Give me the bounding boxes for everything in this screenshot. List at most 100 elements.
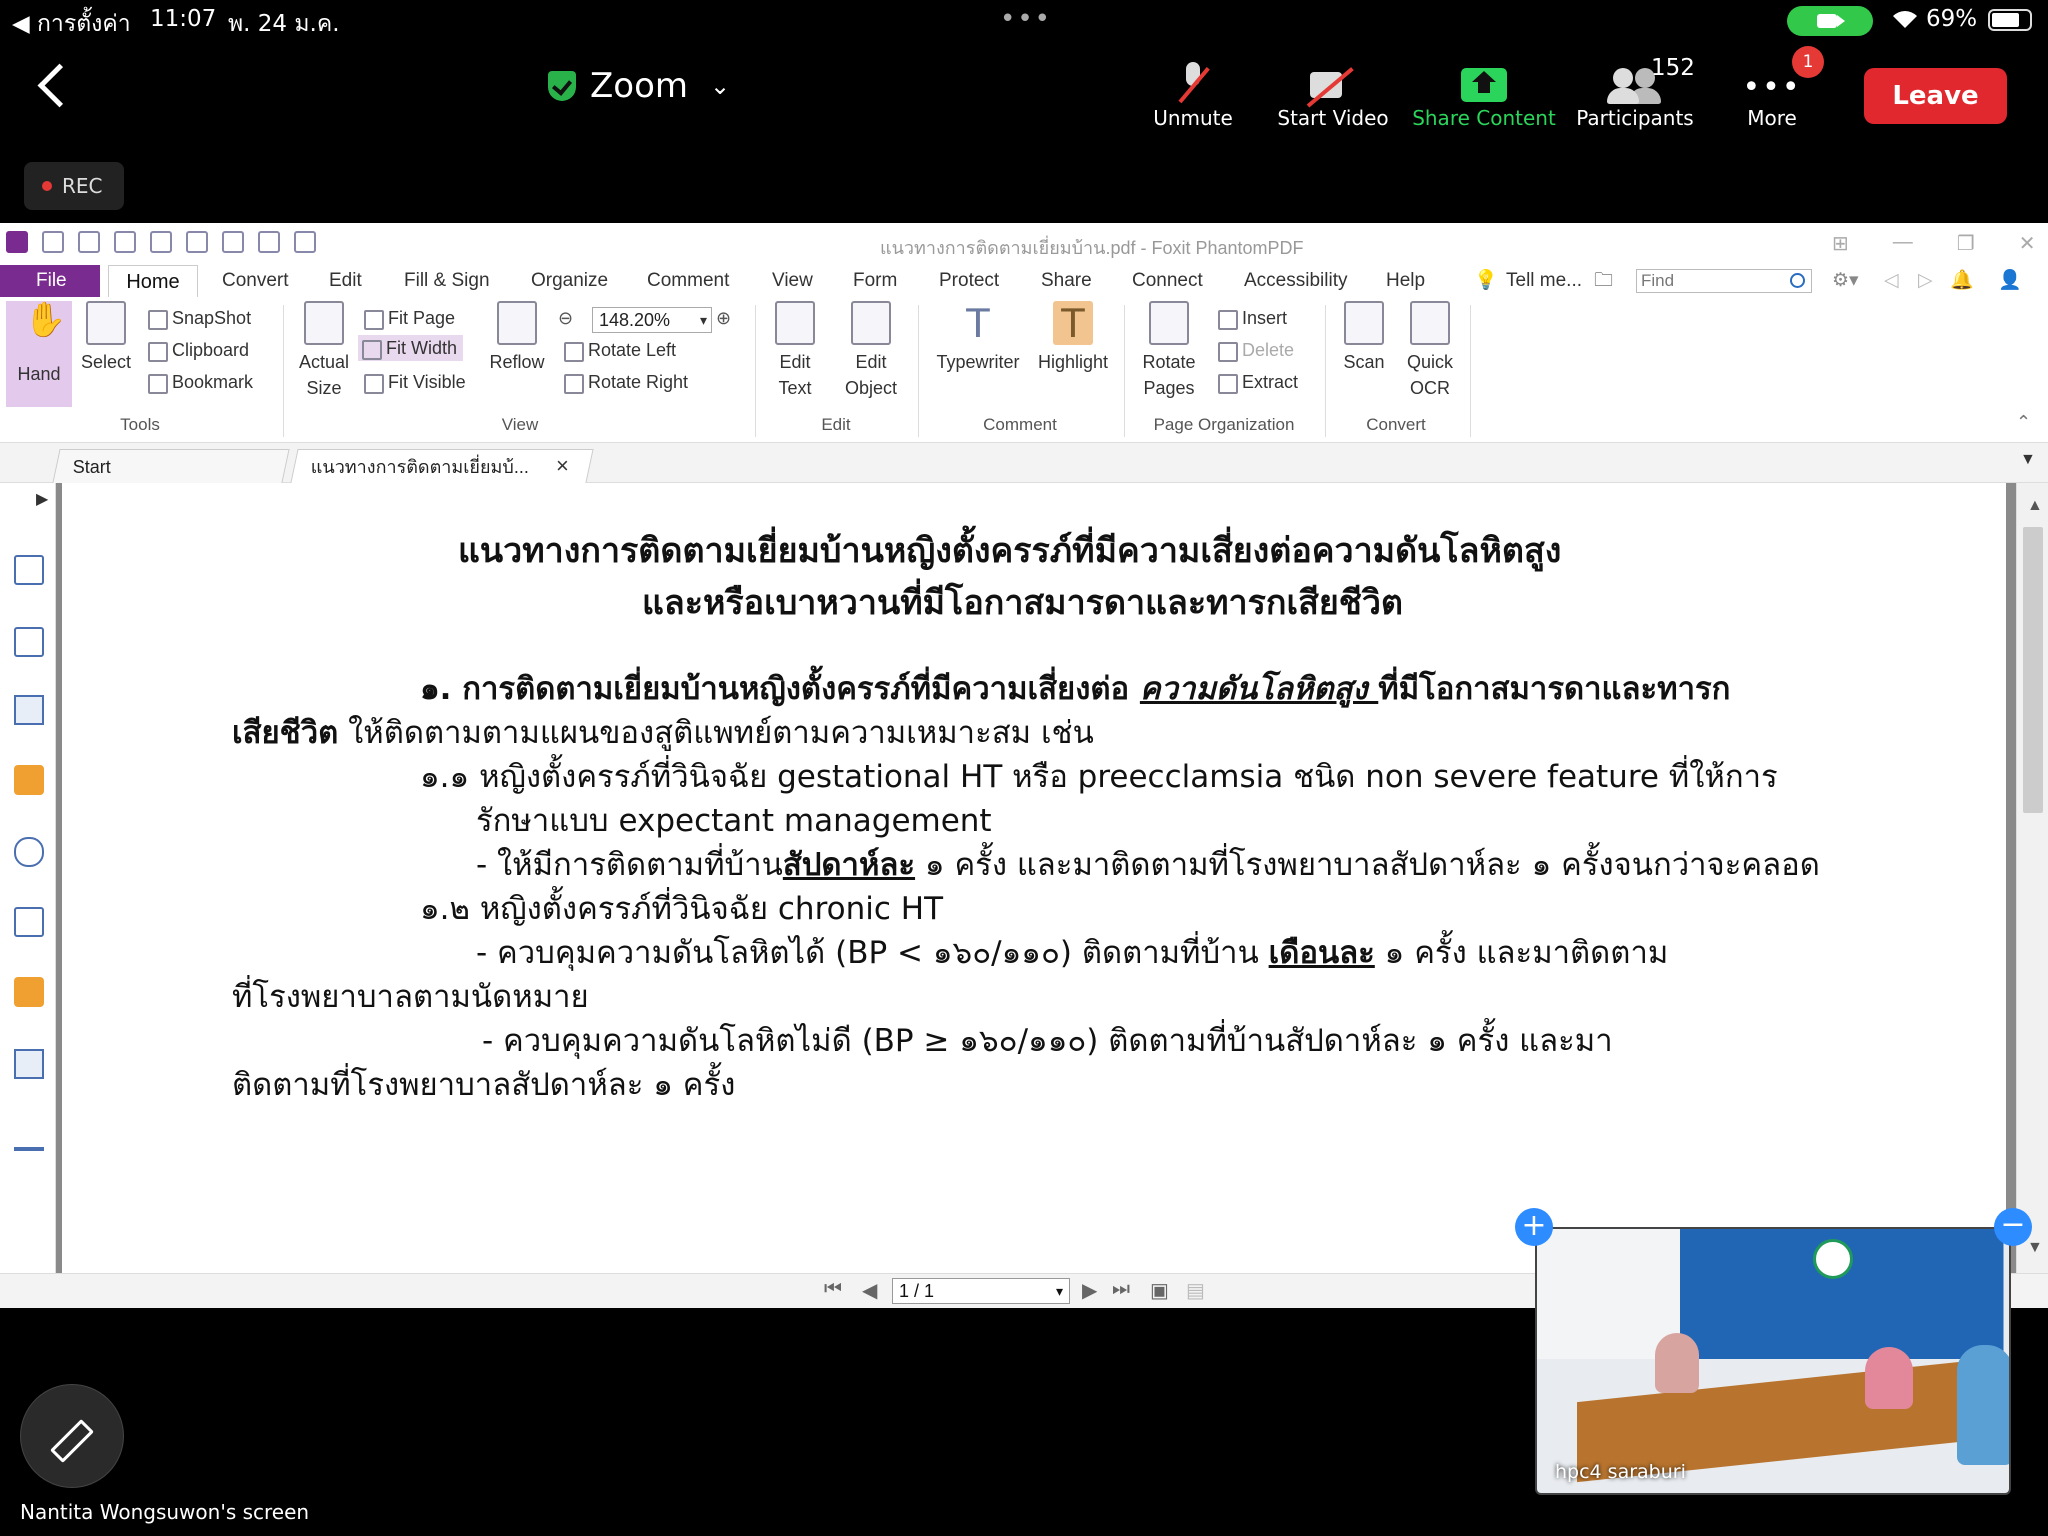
find-input[interactable]: Find bbox=[1636, 269, 1812, 293]
previous-result-icon[interactable]: ◁ bbox=[1884, 265, 1899, 297]
scroll-down-icon[interactable]: ▼ bbox=[2027, 1239, 2043, 1257]
continuous-view-icon[interactable]: ▤ bbox=[1186, 1278, 1205, 1303]
extract-page-button[interactable]: Extract bbox=[1214, 369, 1298, 395]
vertical-scrollbar[interactable]: ▲ ▼ bbox=[2016, 483, 2048, 1273]
scrollbar-thumb[interactable] bbox=[2023, 527, 2043, 813]
scan-button[interactable]: Scan bbox=[1336, 301, 1392, 375]
pages-icon[interactable] bbox=[14, 627, 44, 657]
tab-organize[interactable]: Organize bbox=[531, 265, 608, 297]
fit-width-button[interactable]: Fit Width bbox=[358, 335, 464, 361]
undo-icon[interactable] bbox=[222, 231, 244, 253]
annotate-pencil-button[interactable] bbox=[20, 1384, 124, 1488]
highlight-button[interactable]: T Highlight bbox=[1032, 301, 1114, 375]
rotate-right-button[interactable]: Rotate Right bbox=[560, 369, 688, 395]
more-label: More bbox=[1747, 106, 1797, 130]
tell-me-search[interactable]: Tell me... bbox=[1506, 265, 1582, 297]
notification-bell-icon[interactable]: 🔔 bbox=[1950, 265, 1974, 297]
save-icon[interactable] bbox=[78, 231, 100, 253]
actual-size-button[interactable]: Actual Size bbox=[292, 301, 356, 401]
comments-icon[interactable] bbox=[14, 765, 44, 795]
pdf-page[interactable]: แนวทางการติดตามเยี่ยมบ้านหญิงตั้งครรภ์ที… bbox=[62, 483, 2006, 1273]
single-page-view-icon[interactable]: ▣ bbox=[1150, 1278, 1169, 1303]
typewriter-button[interactable]: T Typewriter bbox=[930, 301, 1026, 375]
unmute-button[interactable]: Unmute bbox=[1140, 48, 1246, 140]
hand-tool-button[interactable]: Hand bbox=[6, 301, 72, 407]
tab-fill-sign[interactable]: Fill & Sign bbox=[404, 265, 490, 297]
recording-indicator[interactable]: REC bbox=[24, 162, 124, 210]
close-window-icon[interactable]: ✕ bbox=[2019, 231, 2036, 256]
settings-gear-icon[interactable]: ⚙▾ bbox=[1832, 265, 1859, 297]
tab-document[interactable]: แนวทางการติดตามเยี่ยมบ้... bbox=[290, 449, 594, 483]
attachments-icon[interactable] bbox=[14, 837, 44, 867]
hand-tool-icon[interactable] bbox=[294, 231, 316, 253]
tab-convert[interactable]: Convert bbox=[222, 265, 289, 297]
scan-icon[interactable] bbox=[150, 231, 172, 253]
tab-list-dropdown-icon[interactable]: ▼ bbox=[2020, 451, 2036, 469]
tab-file[interactable]: File bbox=[0, 265, 100, 297]
minimize-icon[interactable]: — bbox=[1893, 231, 1913, 256]
expand-panel-icon[interactable]: ▶ bbox=[36, 489, 48, 509]
leave-button[interactable]: Leave bbox=[1864, 68, 2007, 124]
reflow-button[interactable]: Reflow bbox=[484, 301, 550, 375]
back-to-settings-link[interactable]: ◀ การตั้งค่า bbox=[12, 6, 131, 42]
fit-page-button[interactable]: Fit Page bbox=[360, 305, 455, 331]
quick-ocr-button[interactable]: Quick OCR bbox=[1400, 301, 1460, 401]
close-tab-icon[interactable]: × bbox=[556, 453, 569, 479]
start-video-button[interactable]: Start Video bbox=[1268, 48, 1398, 140]
select-tool-button[interactable]: Select bbox=[76, 301, 136, 375]
back-chevron-icon[interactable] bbox=[26, 62, 76, 112]
first-page-icon[interactable]: ⏮ bbox=[824, 1278, 842, 1301]
previous-page-icon[interactable]: ◀ bbox=[862, 1278, 877, 1303]
rotate-pages-button[interactable]: Rotate Pages bbox=[1134, 301, 1204, 401]
next-page-icon[interactable]: ▶ bbox=[1082, 1278, 1097, 1303]
tab-connect[interactable]: Connect bbox=[1132, 265, 1203, 297]
tab-form[interactable]: Form bbox=[853, 265, 897, 297]
tags-icon[interactable] bbox=[14, 1121, 44, 1151]
zoom-in-icon[interactable]: ⊕ bbox=[716, 305, 731, 331]
tab-accessibility[interactable]: Accessibility bbox=[1244, 265, 1347, 297]
scroll-up-icon[interactable]: ▲ bbox=[2027, 497, 2043, 515]
snapshot-button[interactable]: SnapShot bbox=[144, 305, 251, 331]
restore-icon[interactable]: ❐ bbox=[1957, 231, 1975, 256]
print-icon[interactable] bbox=[114, 231, 136, 253]
share-content-button[interactable]: Share Content bbox=[1406, 48, 1562, 140]
ribbon-options-icon[interactable]: ⊞ bbox=[1832, 231, 1849, 256]
bookmark-button[interactable]: Bookmark bbox=[144, 369, 253, 395]
multitask-dots-icon[interactable]: ••• bbox=[1000, 4, 1052, 34]
tab-view[interactable]: View bbox=[772, 265, 813, 297]
edit-text-button[interactable]: Edit Text bbox=[764, 301, 826, 401]
next-result-icon[interactable]: ▷ bbox=[1918, 265, 1933, 297]
security-lock-icon[interactable] bbox=[14, 977, 44, 1007]
insert-page-button[interactable]: Insert bbox=[1214, 305, 1287, 331]
meeting-title[interactable]: Zoom ⌄ bbox=[548, 66, 730, 106]
rotate-left-button[interactable]: Rotate Left bbox=[560, 337, 676, 363]
new-icon[interactable] bbox=[186, 231, 208, 253]
user-account-icon[interactable]: 👤 bbox=[1998, 265, 2022, 297]
tab-home[interactable]: Home bbox=[108, 265, 198, 297]
clipboard-button[interactable]: Clipboard bbox=[144, 337, 249, 363]
expand-video-plus-icon[interactable]: + bbox=[1515, 1208, 1553, 1246]
page-thumbnails-icon[interactable] bbox=[14, 555, 44, 585]
fit-visible-button[interactable]: Fit Visible bbox=[360, 369, 466, 395]
tab-edit[interactable]: Edit bbox=[329, 265, 362, 297]
signature-icon[interactable] bbox=[14, 907, 44, 937]
tab-start[interactable]: Start bbox=[52, 449, 290, 483]
zoom-out-icon[interactable]: ⊖ bbox=[558, 305, 573, 331]
redo-icon[interactable] bbox=[258, 231, 280, 253]
tab-protect[interactable]: Protect bbox=[939, 265, 999, 297]
zoom-level-select[interactable]: 148.20% bbox=[592, 307, 712, 333]
participant-video-thumbnail[interactable]: hpc4 saraburi bbox=[1535, 1227, 2011, 1495]
open-icon[interactable] bbox=[42, 231, 64, 253]
delete-page-button[interactable]: Delete bbox=[1214, 337, 1294, 363]
minimize-video-minus-icon[interactable]: − bbox=[1994, 1208, 2032, 1246]
find-folder-icon[interactable]: 🗀 bbox=[1594, 265, 1613, 297]
tab-comment[interactable]: Comment bbox=[647, 265, 729, 297]
edit-object-button[interactable]: Edit Object bbox=[834, 301, 908, 401]
tab-help[interactable]: Help bbox=[1386, 265, 1425, 297]
tab-share[interactable]: Share bbox=[1041, 265, 1092, 297]
collapse-ribbon-icon[interactable]: ⌃ bbox=[2016, 409, 2031, 435]
last-page-icon[interactable]: ⏭ bbox=[1112, 1278, 1130, 1301]
content-icon[interactable] bbox=[14, 1049, 44, 1079]
page-number-select[interactable]: 1 / 1 bbox=[892, 1278, 1070, 1304]
layers-icon[interactable] bbox=[14, 695, 44, 725]
